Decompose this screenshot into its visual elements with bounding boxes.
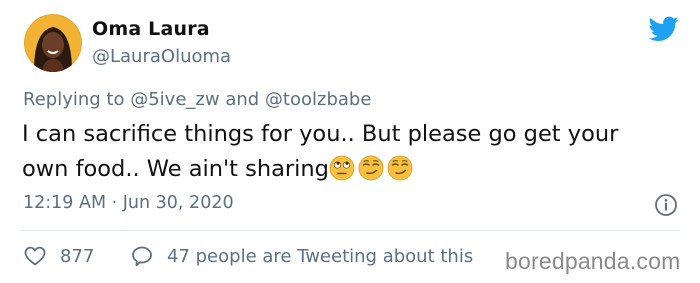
- twitter-bird-icon[interactable]: [648, 16, 679, 42]
- replying-to: Replying to @5ive_zw and @toolzbabe: [23, 89, 371, 110]
- heart-icon[interactable]: [23, 244, 47, 268]
- mention-link[interactable]: @toolzbabe: [265, 89, 372, 110]
- replying-prefix: Replying to: [23, 89, 125, 110]
- user-handle[interactable]: @LauraOluoma: [92, 46, 231, 67]
- tweet-text-line: I can sacrifice things for you.. But ple…: [22, 121, 619, 147]
- info-icon[interactable]: [654, 193, 678, 217]
- tweet-text-line: own food.. We ain't sharing: [22, 156, 329, 182]
- replying-conjunction: and: [225, 89, 260, 110]
- face-with-rolling-eyes-emoji: [329, 155, 355, 181]
- mention-link[interactable]: @5ive_zw: [130, 89, 219, 110]
- avatar[interactable]: [24, 14, 82, 72]
- speech-bubble-icon[interactable]: [130, 244, 154, 268]
- divider: [22, 230, 680, 231]
- smirking-face-emoji: [358, 155, 384, 181]
- tweet-card: Oma Laura @LauraOluoma Replying to @5ive…: [0, 0, 700, 283]
- smirking-face-emoji: [387, 155, 413, 181]
- display-name[interactable]: Oma Laura: [92, 18, 210, 40]
- tweet-text: I can sacrifice things for you.. But ple…: [22, 117, 682, 187]
- conversation-link[interactable]: 47 people are Tweeting about this: [167, 246, 473, 267]
- tweet-timestamp[interactable]: 12:19 AM · Jun 30, 2020: [23, 193, 234, 213]
- like-count[interactable]: 877: [60, 246, 94, 267]
- watermark: boredpanda.com: [505, 248, 681, 274]
